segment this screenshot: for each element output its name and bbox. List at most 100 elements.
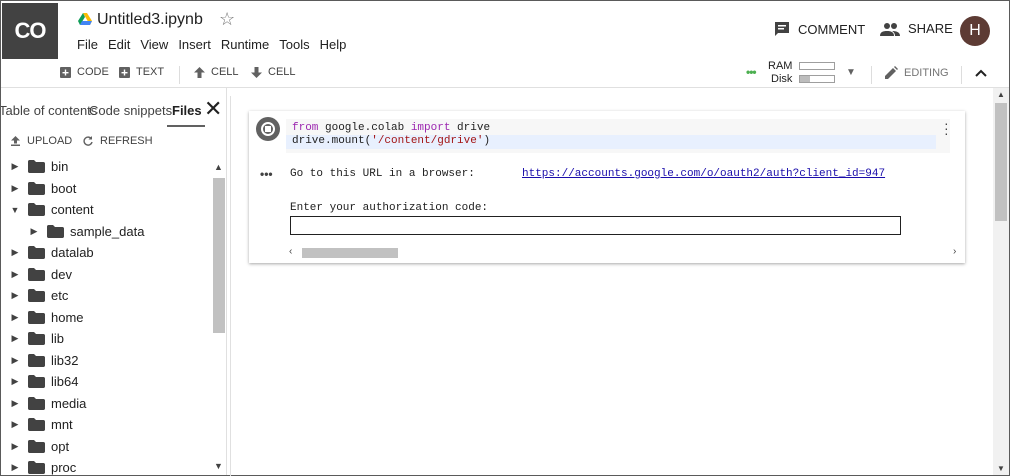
add-text-button[interactable]: TEXT [119, 66, 164, 78]
editing-mode-button[interactable]: EDITING [885, 66, 949, 79]
folder-icon [28, 461, 45, 474]
output-menu-icon[interactable]: ••• [260, 167, 273, 181]
caret-right-icon[interactable]: ▶ [10, 161, 20, 172]
header: CO Untitled3.ipynb ☆ File Edit View Inse… [1, 1, 1009, 61]
colab-logo[interactable]: CO [2, 3, 58, 59]
caret-right-icon[interactable]: ▶ [10, 333, 20, 344]
file-tree-item[interactable]: ▶ etc [1, 285, 213, 306]
folder-icon [28, 203, 45, 216]
toolbar-divider [871, 66, 872, 84]
caret-right-icon[interactable]: ▶ [10, 290, 20, 301]
file-tree-item[interactable]: ▶ lib32 [1, 350, 213, 371]
menu-help[interactable]: Help [320, 37, 347, 52]
caret-right-icon[interactable]: ▶ [10, 441, 20, 452]
plus-box-icon [60, 66, 71, 78]
tab-files[interactable]: Files [172, 103, 202, 118]
tab-table-of-contents[interactable]: Table of contents [1, 103, 97, 118]
caret-right-icon[interactable]: ▶ [10, 269, 20, 280]
move-cell-up-button[interactable]: CELL [194, 66, 239, 78]
caret-right-icon[interactable]: ▶ [10, 376, 20, 387]
menu-file[interactable]: File [77, 37, 98, 52]
run-cell-button[interactable] [256, 117, 280, 141]
arrow-up-icon [194, 66, 205, 78]
folder-icon [28, 246, 45, 259]
caret-right-icon[interactable]: ▶ [10, 183, 20, 194]
file-tree-label: lib [51, 331, 65, 346]
menu-tools[interactable]: Tools [279, 37, 309, 52]
scroll-right-arrow-icon[interactable]: › [953, 246, 956, 257]
file-tree-item[interactable]: ▶ boot [1, 178, 213, 199]
menu-runtime[interactable]: Runtime [221, 37, 269, 52]
file-tree-item[interactable]: ▶ datalab [1, 242, 213, 263]
file-tree-item[interactable]: ▶ proc [1, 457, 213, 475]
file-tree-label: sample_data [70, 223, 145, 239]
file-tree-label: etc [51, 288, 69, 303]
caret-right-icon[interactable]: ▶ [10, 247, 20, 258]
file-tree-item[interactable]: ▶ mnt [1, 414, 213, 435]
avatar[interactable]: H [960, 16, 990, 46]
caret-right-icon[interactable]: ▶ [10, 462, 20, 473]
keyword-from: from [292, 122, 319, 134]
caret-right-icon[interactable]: ▶ [10, 398, 20, 409]
disk-meter-fill [800, 76, 811, 82]
file-tree-label: media [51, 395, 87, 411]
scrollbar-thumb[interactable] [213, 178, 225, 333]
folder-icon [28, 418, 45, 431]
file-tree-label: mnt [51, 417, 73, 432]
close-icon[interactable]: ✕ [204, 96, 222, 122]
move-cell-down-button[interactable]: CELL [251, 66, 296, 78]
scroll-down-arrow-icon[interactable]: ▼ [214, 461, 223, 471]
star-icon[interactable]: ☆ [219, 9, 235, 30]
chevron-up-icon [975, 69, 987, 77]
caret-down-icon[interactable]: ▼ [10, 205, 20, 215]
menu-insert[interactable]: Insert [178, 37, 211, 52]
scroll-up-arrow-icon[interactable]: ▲ [214, 162, 223, 172]
scroll-up-arrow-icon[interactable]: ▲ [997, 90, 1005, 99]
main-scrollbar[interactable]: ▲ ▼ [993, 88, 1009, 475]
share-button[interactable]: SHARE [880, 21, 953, 36]
upload-icon [11, 136, 20, 146]
file-tree-item[interactable]: ▶ opt [1, 436, 213, 457]
collapse-header-button[interactable] [975, 64, 987, 80]
caret-right-icon[interactable]: ▶ [10, 312, 20, 323]
output-horizontal-scrollbar[interactable]: ‹ › [288, 246, 964, 260]
file-tree-item[interactable]: ▶ lib [1, 328, 213, 349]
folder-icon [47, 224, 64, 238]
sidebar-scrollbar[interactable]: ▲ ▼ [212, 158, 226, 475]
scroll-left-arrow-icon[interactable]: ‹ [289, 246, 292, 257]
pencil-icon [885, 66, 898, 79]
plus-box-icon [119, 66, 130, 78]
file-tree-item[interactable]: ▶ home [1, 307, 213, 328]
auth-url-link[interactable]: https://accounts.google.com/o/oauth2/aut… [522, 168, 965, 180]
file-tree-item[interactable]: ▶ media [1, 393, 213, 414]
code-editor[interactable]: from google.colab import drive drive.mou… [286, 119, 950, 153]
upload-button[interactable]: UPLOAD [11, 135, 72, 147]
refresh-button[interactable]: REFRESH [83, 135, 153, 147]
ram-label: RAM [768, 60, 793, 72]
comment-button[interactable]: COMMENT [774, 21, 865, 37]
file-tree-item[interactable]: ▶ bin [1, 156, 213, 177]
tab-code-snippets[interactable]: Code snippets [89, 103, 172, 118]
notebook-title[interactable]: Untitled3.ipynb [97, 11, 203, 29]
file-tree-item[interactable]: ▶ dev [1, 264, 213, 285]
file-tree-item[interactable]: ▶ sample_data [1, 221, 213, 242]
scroll-down-arrow-icon[interactable]: ▼ [997, 464, 1005, 473]
caret-right-icon[interactable]: ▶ [10, 355, 20, 366]
add-code-button[interactable]: CODE [60, 66, 109, 78]
more-vert-icon[interactable]: · · · [944, 116, 949, 140]
menu-view[interactable]: View [140, 37, 168, 52]
scrollbar-thumb[interactable] [302, 248, 398, 258]
file-tree-item[interactable]: ▼ content [1, 199, 213, 220]
menu-edit[interactable]: Edit [108, 37, 130, 52]
file-tree-item[interactable]: ▶ lib64 [1, 371, 213, 392]
module-name: google.colab [318, 122, 411, 134]
disk-meter [799, 75, 835, 83]
toolbar: CODE TEXT CELL CELL [1, 61, 1009, 87]
scrollbar-thumb[interactable] [995, 103, 1007, 221]
caret-right-icon[interactable]: ▶ [29, 226, 39, 237]
resources-dropdown-icon[interactable]: ▼ [846, 67, 856, 78]
file-tree-label: home [51, 309, 84, 325]
authorization-code-input[interactable] [290, 216, 901, 235]
ram-meter [799, 62, 835, 70]
caret-right-icon[interactable]: ▶ [10, 419, 20, 430]
